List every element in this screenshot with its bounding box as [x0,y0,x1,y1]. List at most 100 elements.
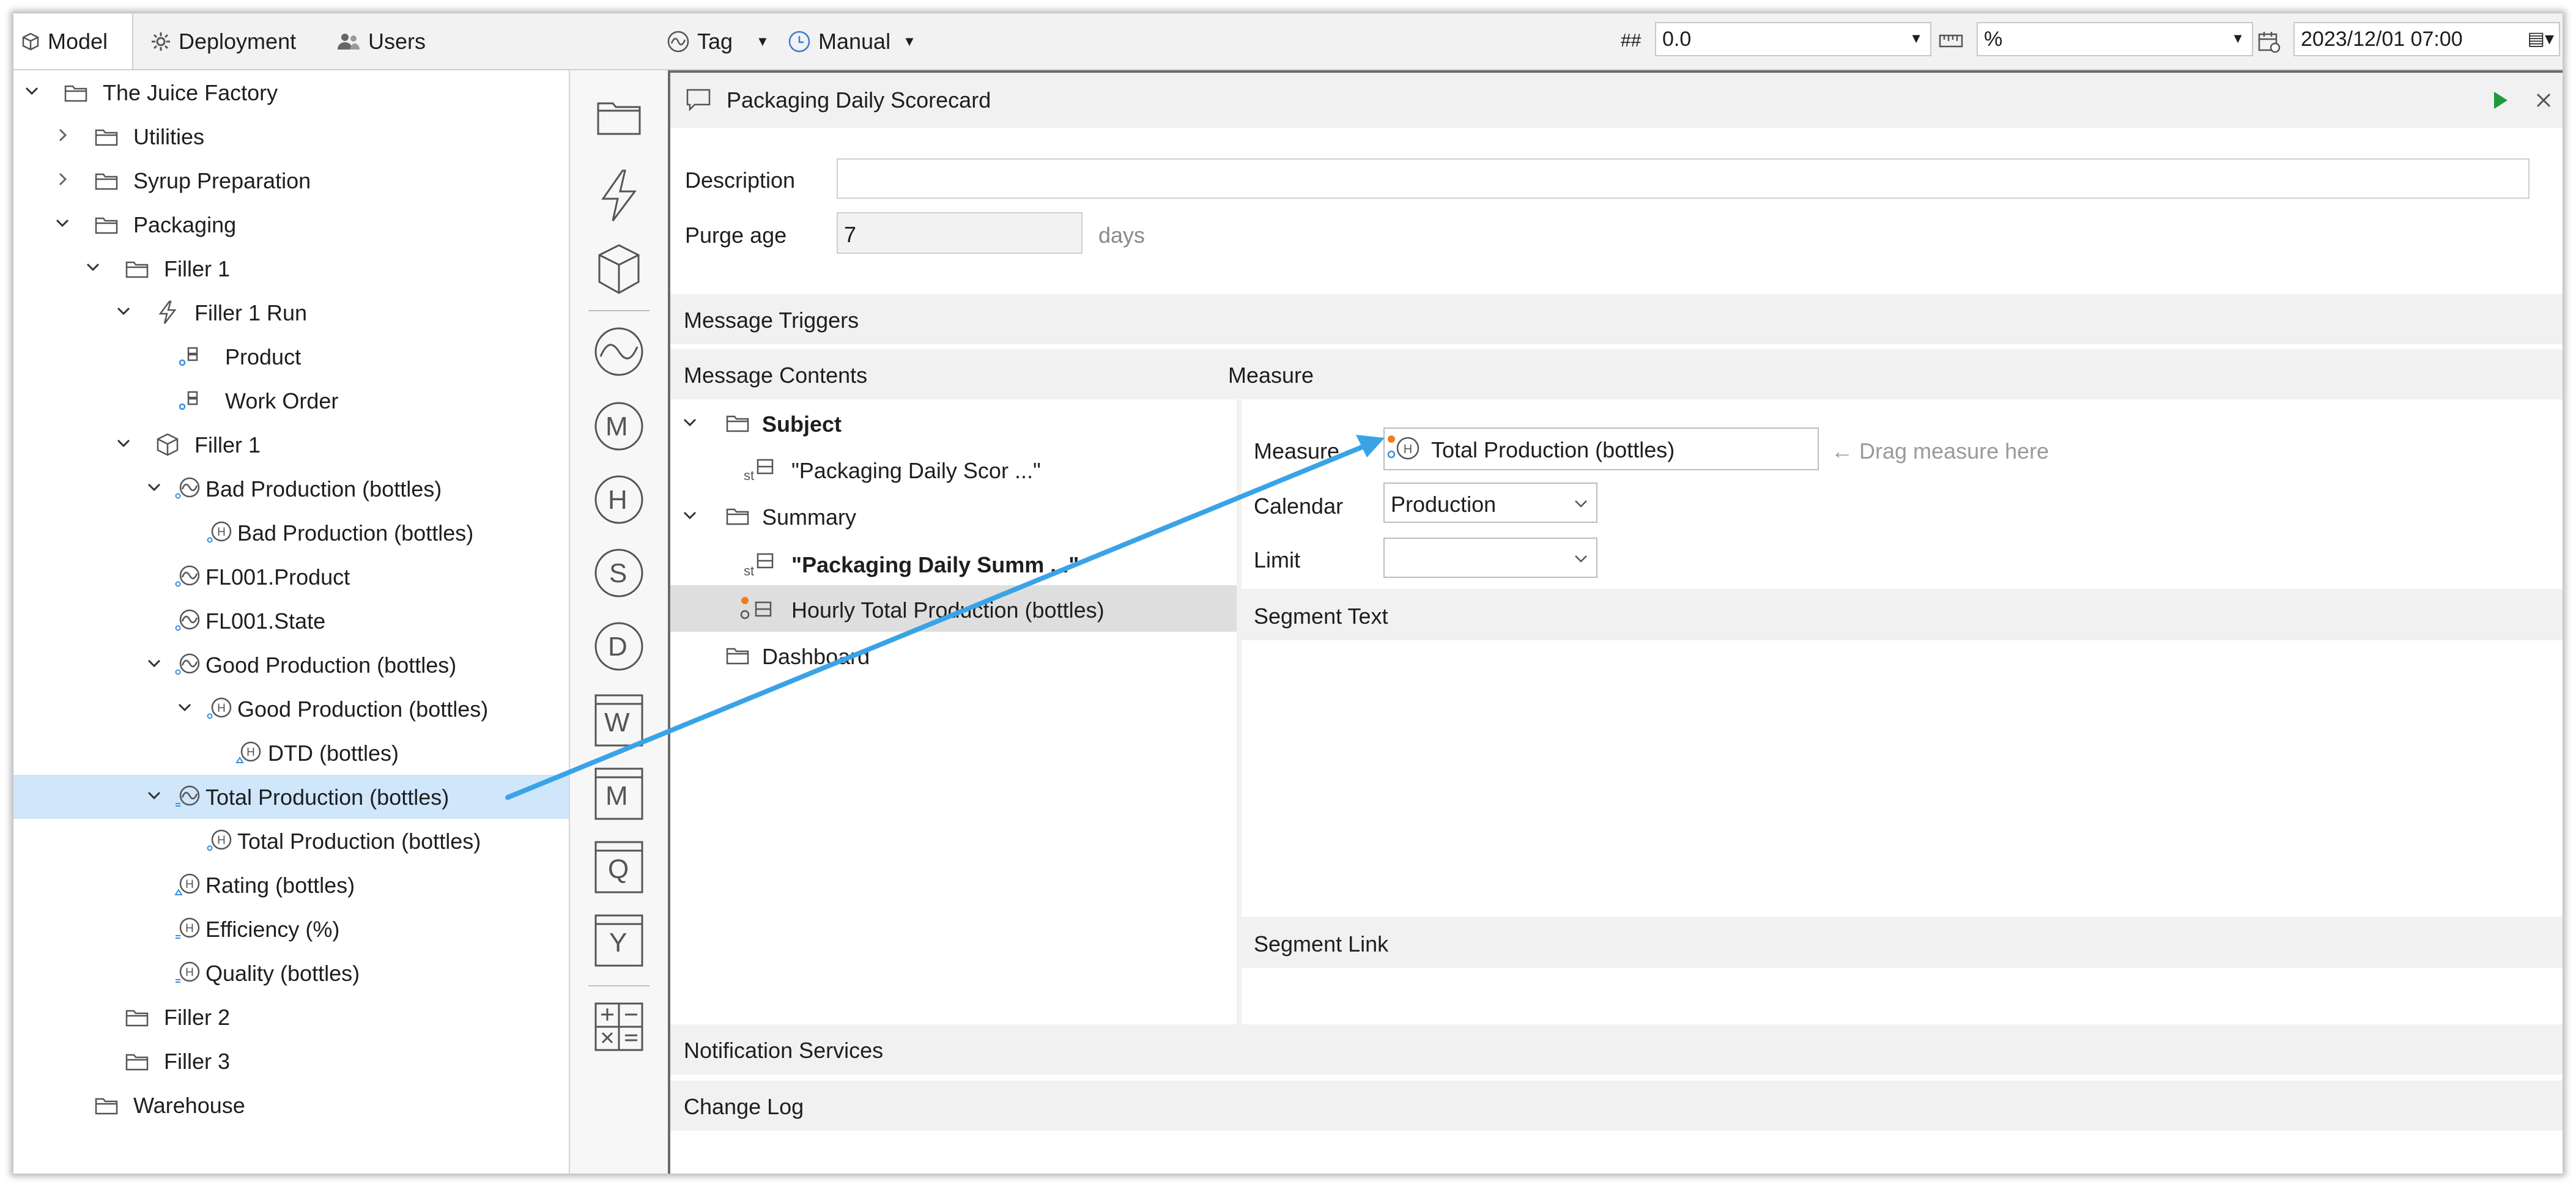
chevron-down-icon[interactable] [681,414,698,431]
measure-drop-field[interactable]: H Total Production (bottles) [1383,427,1819,470]
chevron-down-icon[interactable] [681,507,698,524]
chevron-down-icon[interactable] [115,435,132,452]
close-icon[interactable] [2534,91,2553,109]
chevron-down-icon[interactable] [146,655,163,672]
purge-age-input[interactable]: 7 [837,212,1083,254]
tree-item[interactable]: The Juice Factory [13,70,569,114]
tree-item[interactable]: Utilities [13,114,569,158]
calendar-label: Calendar [1254,494,1344,519]
tree-item[interactable]: H Good Production (bottles) [13,687,569,731]
chevron-down-icon[interactable] [84,259,102,276]
calendar-select[interactable]: Production [1383,483,1597,523]
tree-item[interactable]: Packaging [13,202,569,246]
folder-icon[interactable] [594,95,643,139]
contents-item-subject-text[interactable]: st "Packaging Daily Scor ..." [670,446,1238,492]
contents-item-subject[interactable]: Subject [670,399,1238,446]
measure-value: Total Production (bottles) [1431,437,1675,462]
tree-item[interactable]: H Rating (bottles) [13,863,569,907]
tag-dropdown[interactable]: Tag ▼ [667,13,769,69]
lightning-icon[interactable] [594,168,643,223]
tab-model[interactable]: Model [13,13,133,69]
mode-label: Manual [818,28,891,54]
tree-item[interactable]: H DTD (bottles) [13,731,569,775]
chevron-down-icon[interactable] [23,83,40,100]
calendar-dropdown-icon[interactable]: ▤▾ [2528,28,2554,50]
chevron-right-icon[interactable] [54,171,71,188]
contents-item-summary[interactable]: Summary [670,492,1238,539]
chevron-down-icon[interactable] [1573,496,1589,512]
calculation-icon: H [174,873,200,895]
tree-item-label: Product [225,344,302,369]
contents-item-dashboard[interactable]: Dashboard [670,632,1238,678]
tree-item[interactable]: H Total Production (bottles) [13,819,569,863]
tree-item[interactable]: Syrup Preparation [13,158,569,202]
tree-item-label: DTD (bottles) [268,741,399,766]
tree-item[interactable]: Filler 2 [13,995,569,1039]
tree-item[interactable]: H Quality (bottles) [13,951,569,995]
tree-item[interactable]: Warehouse [13,1083,569,1127]
section-message-triggers[interactable]: Message Triggers [670,294,2563,344]
value-input[interactable]: 0.0 ▼ [1655,22,1931,56]
segment-link-editor[interactable] [1242,968,2563,1024]
model-tree[interactable]: The Juice Factory Utilities Syrup Prepar… [13,70,570,1174]
limit-select[interactable] [1383,538,1597,578]
tag-icon[interactable] [593,326,645,377]
tree-item-label: FL001.Product [205,564,350,590]
tree-item[interactable]: H Efficiency (%) [13,907,569,951]
section-segment-text[interactable]: Segment Text [1242,589,2563,640]
tree-item-label: Filler 3 [164,1049,231,1074]
tag-icon [175,565,200,587]
calendar-icon[interactable] [2257,29,2281,54]
unit-input[interactable]: % ▼ [1977,22,2253,56]
segment-text-editor[interactable] [1242,640,2563,917]
chevron-down-icon[interactable] [146,787,163,804]
tree-item[interactable]: Good Production (bottles) [13,643,569,687]
section-notification-services[interactable]: Notification Services [670,1024,2563,1074]
datetime-text: 2023/12/01 07:00 [2301,27,2463,51]
tree-item-label: Good Production (bottles) [205,653,457,678]
chevron-down-icon[interactable] [146,479,163,496]
mode-dropdown[interactable]: Manual ▼ [788,13,916,69]
calculation-icon: H [235,741,261,763]
folder-icon [726,508,749,525]
tab-users[interactable]: Users [336,13,426,69]
contents-item-measure-selected[interactable]: Hourly Total Production (bottles) [670,585,1238,632]
cube-icon[interactable] [594,242,643,297]
datetime-input[interactable]: 2023/12/01 07:00 ▤▾ [2293,22,2560,56]
folder-icon [95,1098,118,1115]
chevron-down-icon[interactable] [176,699,193,716]
tree-item[interactable]: Product [13,335,569,379]
chevron-down-icon[interactable] [54,215,71,232]
folder-icon [64,85,87,102]
tree-item-selected[interactable]: Total Production (bottles) [13,775,569,819]
contents-item-summary-text[interactable]: st "Packaging Daily Summ ..." [670,539,1238,585]
tree-item[interactable]: Filler 1 Run [13,290,569,335]
run-icon[interactable] [2492,90,2510,111]
tree-item[interactable]: FL001.Product [13,555,569,599]
tree-item[interactable]: Bad Production (bottles) [13,467,569,511]
tree-item[interactable]: Filler 1 [13,423,569,467]
tree-item[interactable]: Filler 3 [13,1039,569,1083]
section-segment-link[interactable]: Segment Link [1242,917,2563,968]
tree-item[interactable]: H Bad Production (bottles) [13,511,569,555]
tree-item-label: Work Order [225,388,339,413]
chevron-down-icon[interactable] [115,303,132,320]
splitter[interactable] [1237,399,1242,1024]
tree-item[interactable]: Work Order [13,379,569,423]
cube-icon [22,32,39,50]
chevron-down-icon[interactable]: ▼ [2231,31,2245,46]
chevron-down-icon[interactable]: ▼ [1909,31,1923,46]
tree-item-label: FL001.State [205,608,326,634]
message-contents-tree[interactable]: Subject st "Packaging Daily Scor ..." Su… [670,399,1238,1024]
svg-text:H: H [185,966,194,979]
tree-item[interactable]: FL001.State [13,599,569,643]
calculator-icon[interactable] [593,1001,645,1052]
tree-item[interactable]: Filler 1 [13,246,569,290]
section-change-log[interactable]: Change Log [670,1081,2563,1131]
tag-icon [175,653,200,675]
tag-icon [175,609,200,631]
description-input[interactable] [837,158,2530,199]
chevron-down-icon[interactable] [1573,551,1589,567]
tab-deployment[interactable]: Deployment [150,13,296,69]
chevron-right-icon[interactable] [54,127,71,144]
